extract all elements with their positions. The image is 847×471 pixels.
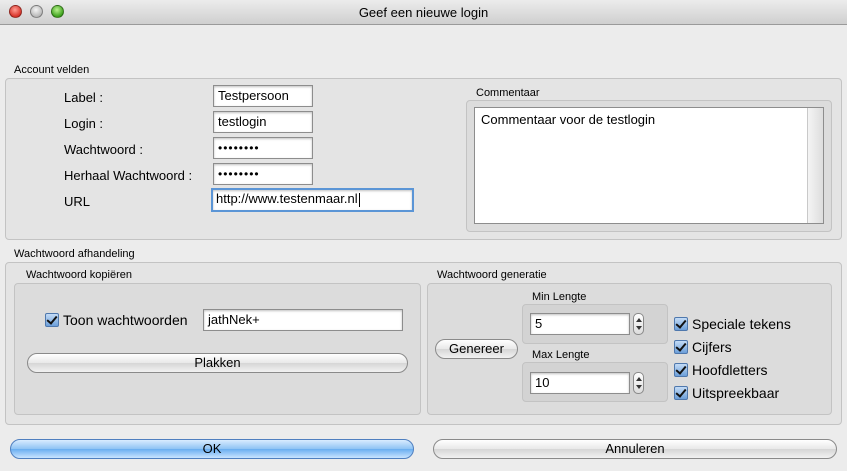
pronounceable-label: Uitspreekbaar xyxy=(692,385,780,401)
url-field-label: URL xyxy=(64,194,91,209)
uppercase-label: Hoofdletters xyxy=(692,362,768,378)
copy-group-label: Wachtwoord kopiëren xyxy=(26,269,132,281)
paste-button[interactable]: Plakken xyxy=(27,353,408,373)
stepper-up-icon[interactable] xyxy=(636,318,642,322)
stepper-down-icon[interactable] xyxy=(636,385,642,389)
url-input-value: http://www.testenmaar.nl xyxy=(216,191,358,206)
special-chars-label: Speciale tekens xyxy=(692,316,791,332)
max-length-input[interactable]: 10 xyxy=(530,372,630,394)
show-passwords-checkbox[interactable] xyxy=(45,313,59,327)
account-section-label: Account velden xyxy=(14,64,90,76)
stepper-up-icon[interactable] xyxy=(636,377,642,381)
handling-section-label: Wachtwoord afhandeling xyxy=(14,248,135,260)
generate-button[interactable]: Genereer xyxy=(435,339,518,359)
min-length-input[interactable]: 5 xyxy=(530,313,630,335)
login-input[interactable]: testlogin xyxy=(213,111,313,133)
comment-label: Commentaar xyxy=(476,87,540,99)
comment-text: Commentaar voor de testlogin xyxy=(481,112,656,127)
cancel-button[interactable]: Annuleren xyxy=(433,439,837,459)
min-length-label: Min Lengte xyxy=(532,291,587,303)
uppercase-checkbox[interactable] xyxy=(674,363,688,377)
max-length-stepper[interactable] xyxy=(633,372,644,394)
pronounceable-checkbox[interactable] xyxy=(674,386,688,400)
text-cursor xyxy=(358,192,360,207)
repeat-password-field-label: Herhaal Wachtwoord : xyxy=(64,168,193,183)
password-field-label: Wachtwoord : xyxy=(64,142,143,157)
login-field-label: Login : xyxy=(64,116,104,131)
digits-label: Cijfers xyxy=(692,339,732,355)
comment-textarea[interactable]: Commentaar voor de testlogin xyxy=(474,107,824,224)
label-input[interactable]: Testpersoon xyxy=(213,85,313,107)
title-bar: Geef een nieuwe login xyxy=(0,0,847,25)
min-length-stepper[interactable] xyxy=(633,313,644,335)
special-chars-checkbox[interactable] xyxy=(674,317,688,331)
max-length-label: Max Lengte xyxy=(532,349,590,361)
copied-password-field[interactable]: jathNek+ xyxy=(203,309,403,331)
password-input[interactable]: •••••••• xyxy=(213,137,313,159)
comment-scrollbar[interactable] xyxy=(807,108,823,223)
digits-checkbox[interactable] xyxy=(674,340,688,354)
show-passwords-label: Toon wachtwoorden xyxy=(63,312,188,328)
label-field-label: Label : xyxy=(64,90,104,105)
window-title: Geef een nieuwe login xyxy=(358,5,489,20)
generation-group-label: Wachtwoord generatie xyxy=(437,269,547,281)
ok-button[interactable]: OK xyxy=(10,439,414,459)
stepper-down-icon[interactable] xyxy=(636,326,642,330)
url-input[interactable]: http://www.testenmaar.nl xyxy=(211,188,414,212)
copy-group xyxy=(14,283,421,415)
repeat-password-input[interactable]: •••••••• xyxy=(213,163,313,185)
